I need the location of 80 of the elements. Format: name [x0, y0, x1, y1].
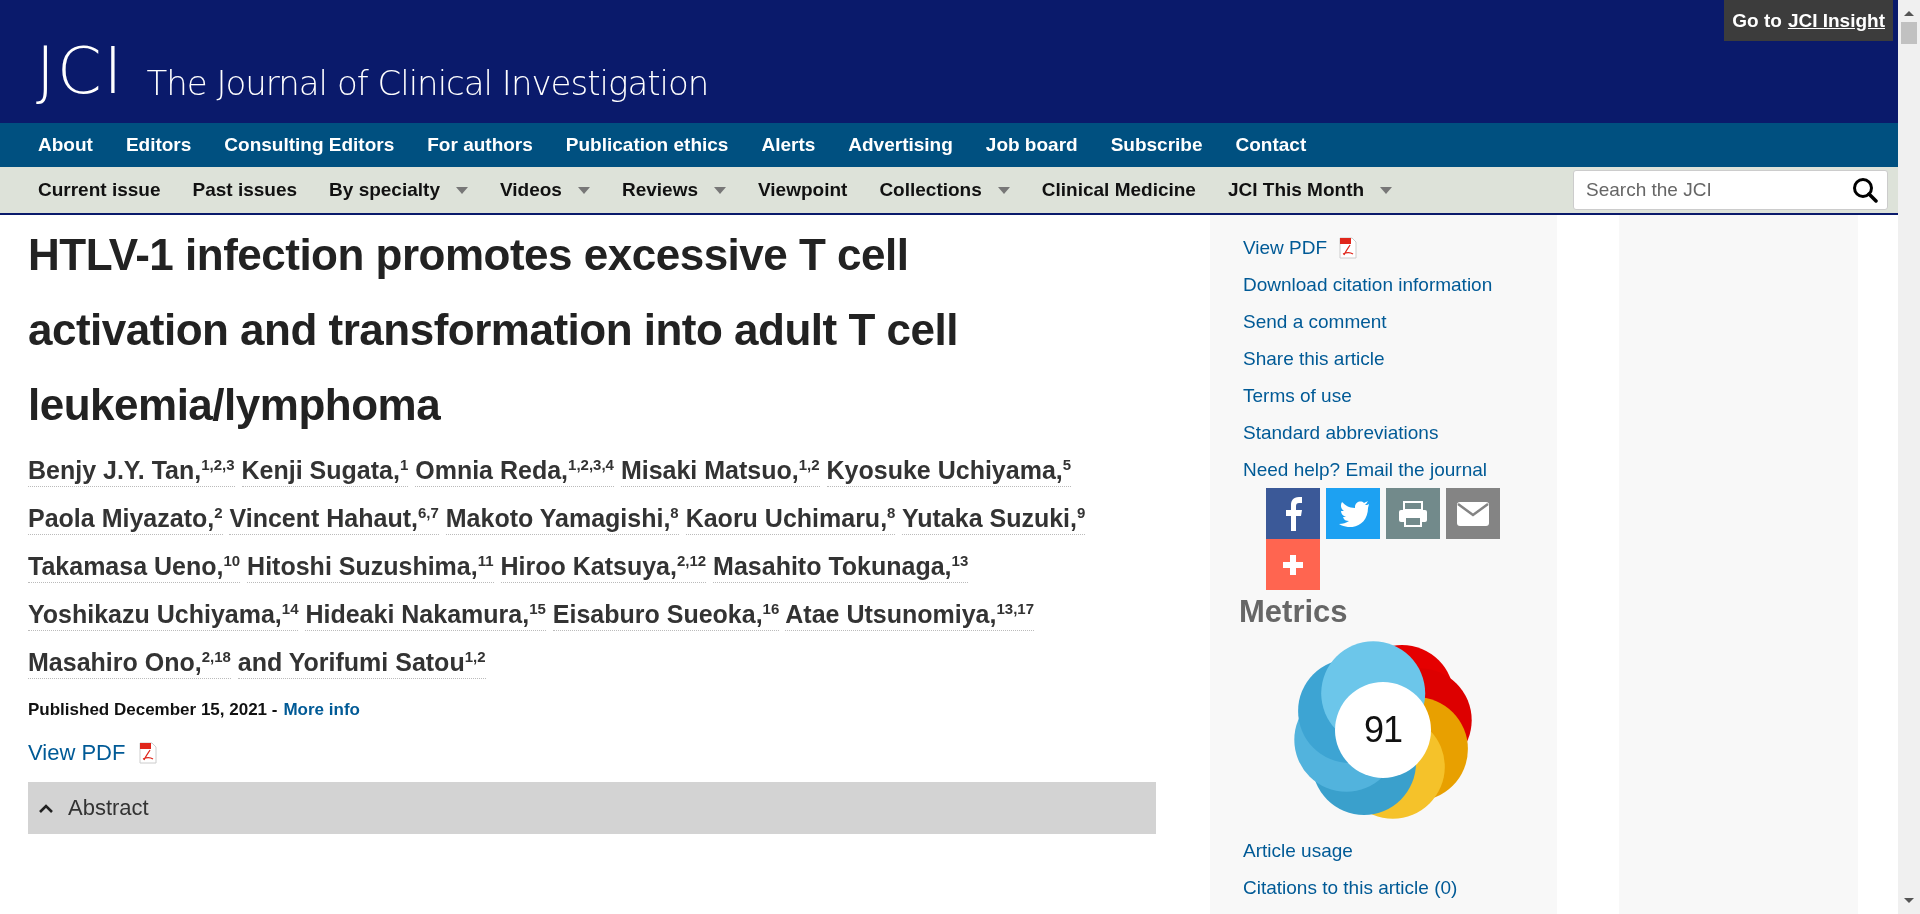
author-name[interactable]: Hitoshi Suzushima,$^{11}$	[247, 552, 494, 583]
author-name[interactable]: Takamasa Ueno,$^{10}$	[28, 552, 241, 583]
nav-link[interactable]: Reviews	[621, 179, 726, 201]
nav-link[interactable]: Clinical Medicine	[1041, 179, 1196, 201]
caret-icon	[714, 186, 726, 194]
nav-link[interactable]: JCI This Month	[1227, 179, 1393, 201]
printer-share-button[interactable]	[1386, 488, 1440, 539]
sidebar-link[interactable]: Send a comment	[1243, 303, 1557, 340]
author-name[interactable]: Atae Utsunomiya,$^{13,17}$	[785, 600, 1035, 631]
author-name[interactable]: Vincent Hahaut,$^{6,7}$	[229, 504, 439, 535]
author-name[interactable]: Eisaburo Sueoka,$^{16}$	[552, 600, 780, 631]
author-name[interactable]: Yoshikazu Uchiyama,$^{14}$	[28, 600, 299, 631]
nav-link[interactable]: Editors	[125, 134, 192, 156]
author-name[interactable]: Paola Miyazato,$^{2}$	[28, 504, 223, 535]
author-name[interactable]: and Yorifumi Satou$^{1,2}$	[237, 648, 486, 679]
nav-link[interactable]: Videos	[499, 179, 590, 201]
sidebar-link[interactable]: View PDF	[1243, 229, 1557, 266]
author-name[interactable]: Kaoru Uchimaru,$^{8}$	[685, 504, 896, 535]
banner-text: Go to	[1732, 9, 1782, 32]
nav-link[interactable]: Alerts	[761, 134, 816, 156]
nav-link[interactable]: Publication ethics	[565, 134, 729, 156]
chevron-up-icon	[38, 803, 54, 813]
author-name[interactable]: Kenji Sugata,$^{1}$	[241, 456, 409, 487]
author-name[interactable]: Benjy J.Y. Tan,$^{1,2,3}$	[28, 456, 235, 487]
author-name[interactable]: Masahito Tokunaga,$^{13}$	[713, 552, 969, 583]
sidebar-link[interactable]: Share this article	[1243, 340, 1557, 377]
nav-link[interactable]: Advertising	[848, 134, 953, 156]
article-title: HTLV-1 infection promotes excessive T cell activation and transformation into adult T cell leukemia/lymphoma	[28, 229, 959, 431]
nav-link[interactable]: By specialty	[329, 179, 468, 201]
sidebar-link[interactable]: Article usage	[1243, 832, 1557, 869]
caret-icon	[1380, 186, 1393, 194]
sidebar-link[interactable]: Download citation information	[1243, 266, 1557, 303]
bird-icon	[1337, 500, 1369, 527]
more-info-link[interactable]: More info	[283, 700, 360, 720]
nav-link[interactable]: Contact	[1235, 134, 1307, 156]
pdf-icon	[1339, 236, 1358, 259]
author-name[interactable]: Kyosuke Uchiyama,$^{5}$	[826, 456, 1072, 487]
publication-date: Published December 15, 2021 -	[28, 700, 278, 720]
altmetric-score: 91	[1364, 709, 1402, 751]
author-name[interactable]: Hiroo Katsuya,$^{2,12}$	[500, 552, 707, 583]
nav-link[interactable]: Current issue	[38, 179, 161, 201]
envelope-icon	[1457, 501, 1489, 526]
sidebar-link[interactable]: Standard abbreviations	[1243, 414, 1557, 451]
abstract-toggle[interactable]: Abstract	[28, 782, 1156, 834]
plus-icon	[1283, 554, 1303, 575]
nav-link[interactable]: Past issues	[192, 179, 298, 201]
insight-link[interactable]: JCI Insight	[1787, 9, 1885, 32]
search-icon	[1852, 177, 1878, 203]
nav-link[interactable]: Job board	[985, 134, 1078, 156]
author-name[interactable]: Makoto Yamagishi,$^{8}$	[445, 504, 679, 535]
printer-icon	[1399, 500, 1427, 527]
facebook-share-button[interactable]	[1266, 488, 1320, 539]
nav-link[interactable]: Consulting Editors	[224, 134, 395, 156]
author-name[interactable]: Masahiro Ono,$^{2,18}$	[28, 648, 231, 679]
nav-link[interactable]: Subscribe	[1110, 134, 1203, 156]
nav-link[interactable]: Viewpoint	[758, 179, 848, 201]
search-field[interactable]: Search the JCI	[1573, 170, 1888, 210]
nav-link[interactable]: Collections	[879, 179, 1010, 201]
author-name[interactable]: Yutaka Suzuki,$^{9}$	[901, 504, 1086, 535]
sidebar-link[interactable]: Terms of use	[1243, 377, 1557, 414]
caret-icon	[577, 186, 590, 194]
nav-link[interactable]: For authors	[427, 134, 533, 156]
caret-icon	[997, 186, 1010, 194]
caret-icon	[455, 186, 468, 194]
sidebar-link[interactable]: Citations to this article (0)	[1243, 869, 1557, 906]
journal-title: The Journal of Clinical Investigation	[146, 63, 709, 103]
metrics-heading: Metrics	[1239, 594, 1349, 630]
plus-share-button[interactable]	[1266, 539, 1320, 590]
sidebar-link[interactable]: Need help? Email the journal	[1243, 451, 1557, 488]
author-name[interactable]: Misaki Matsuo,$^{1,2}$	[620, 456, 820, 487]
bird-share-button[interactable]	[1326, 488, 1380, 539]
journal-logo[interactable]: JCI	[36, 39, 125, 103]
facebook-icon	[1284, 496, 1302, 531]
nav-link[interactable]: About	[38, 134, 93, 156]
envelope-share-button[interactable]	[1446, 488, 1500, 539]
view-pdf-link[interactable]: View PDF	[28, 740, 158, 766]
scrollbar[interactable]	[1898, 0, 1920, 914]
author-name[interactable]: Hideaki Nakamura,$^{15}$	[305, 600, 546, 631]
pdf-icon	[139, 742, 158, 764]
author-name[interactable]: Omnia Reda,$^{1,2,3,4}$	[415, 456, 614, 487]
